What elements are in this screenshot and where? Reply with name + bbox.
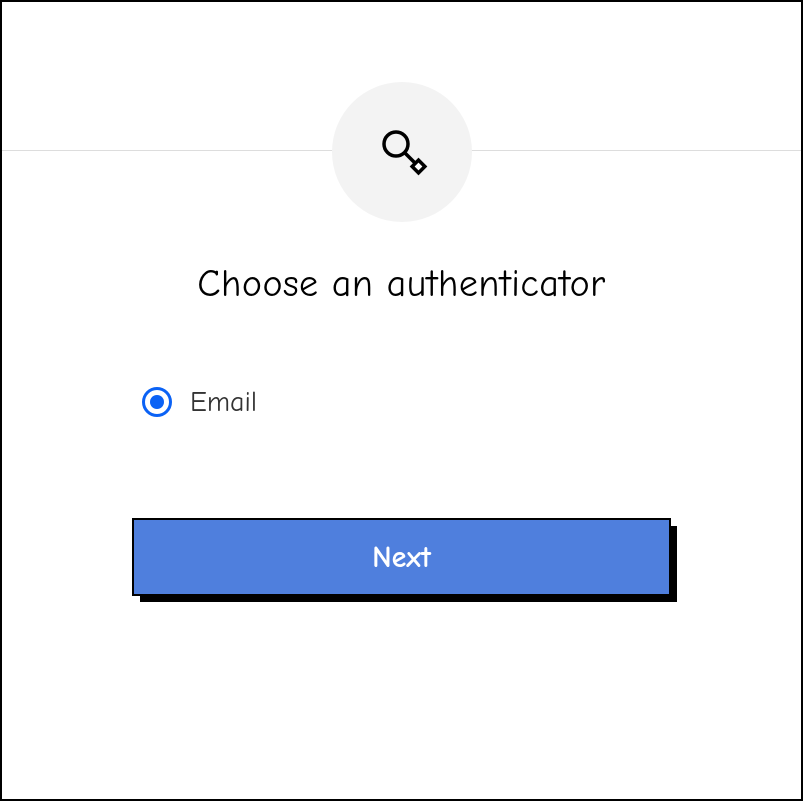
radio-option-email[interactable]: Email xyxy=(142,386,671,418)
radio-indicator xyxy=(142,387,172,417)
main-content: Choose an authenticator Email Next xyxy=(132,262,671,596)
radio-label: Email xyxy=(190,386,257,418)
next-button[interactable]: Next xyxy=(132,518,671,596)
page-title: Choose an authenticator xyxy=(132,262,671,306)
key-icon xyxy=(374,122,430,182)
key-icon-circle xyxy=(332,82,472,222)
next-button-wrap: Next xyxy=(132,518,671,596)
